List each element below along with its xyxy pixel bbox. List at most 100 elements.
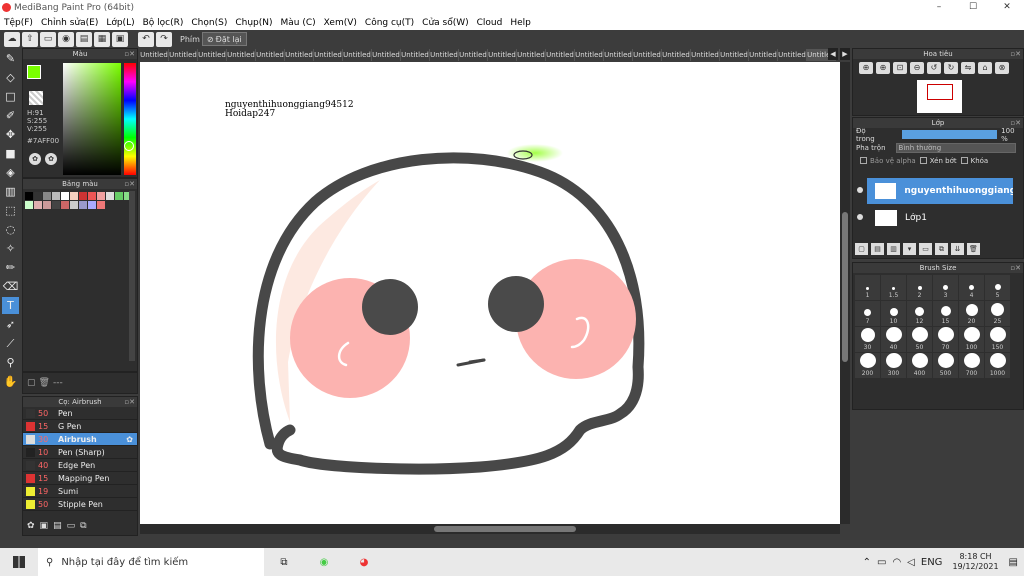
duplicate-icon[interactable]: ⧉ <box>80 521 86 535</box>
protect-alpha-checkbox[interactable] <box>860 157 867 164</box>
panel-close-icon[interactable]: ▫✕ <box>1010 263 1021 273</box>
tab-left-icon[interactable]: ◀ <box>828 48 838 60</box>
chevron-up-icon[interactable]: ⌃ <box>863 557 871 568</box>
transparent-color[interactable] <box>29 91 43 105</box>
volume-icon[interactable]: ◁ <box>907 557 915 568</box>
navigator-viewport[interactable] <box>927 84 953 100</box>
vertical-scroll-thumb[interactable] <box>842 212 848 362</box>
palette-swatch[interactable] <box>25 192 33 200</box>
palette-swatch[interactable] <box>25 201 33 209</box>
bucket-tool-icon[interactable]: ◈ <box>2 164 19 181</box>
menu-tools[interactable]: Công cụ(T) <box>361 18 418 28</box>
brush-size-cell[interactable]: 1 <box>855 275 880 300</box>
tab-right-icon[interactable]: ▶ <box>840 48 850 60</box>
zoom-out-icon[interactable]: ⊖ <box>910 62 924 74</box>
lock-checkbox[interactable] <box>960 157 968 164</box>
blend-mode-select[interactable]: Bình thường <box>895 142 1016 153</box>
brush-settings-icon[interactable]: ✿ <box>126 435 133 444</box>
document-tab[interactable]: Untitled <box>198 49 227 61</box>
document-tab[interactable]: Untitled <box>343 49 372 61</box>
rotate-right-icon[interactable]: ↻ <box>944 62 958 74</box>
windows-start-icon[interactable] <box>0 548 38 576</box>
canvas[interactable]: nguyenthihuonggiang94512 Hoidap247 <box>140 62 840 524</box>
layer-visibility-icon[interactable] <box>857 214 863 220</box>
brush-item[interactable]: 10 Pen (Sharp) <box>23 446 137 459</box>
saturation-value-picker[interactable] <box>63 63 121 175</box>
shape-tool-icon[interactable]: □ <box>2 88 19 105</box>
select-pen-icon[interactable]: ✏ <box>2 259 19 276</box>
palette-scrollbar[interactable] <box>129 191 135 361</box>
add-brush-icon[interactable]: ▣ <box>40 521 49 535</box>
text-tool-icon[interactable]: T <box>2 297 19 314</box>
brush-size-cell[interactable]: 50 <box>907 327 932 352</box>
brush-size-cell[interactable]: 5 <box>985 275 1010 300</box>
brush-size-cell[interactable]: 40 <box>881 327 906 352</box>
brush-size-cell[interactable]: 70 <box>933 327 958 352</box>
close-button[interactable]: ✕ <box>990 0 1024 15</box>
brush-size-cell[interactable]: 25 <box>985 301 1010 326</box>
document-tab[interactable]: Untitled <box>285 49 314 61</box>
battery-icon[interactable]: ▭ <box>877 557 886 568</box>
folder-icon[interactable]: ▭ <box>67 521 76 535</box>
document-tab[interactable]: Untitled <box>691 49 720 61</box>
notification-icon[interactable]: ▤ <box>1009 557 1018 568</box>
document-tab[interactable]: Untitled <box>662 49 691 61</box>
opacity-slider[interactable] <box>902 130 998 139</box>
brush-size-cell[interactable]: 1.5 <box>881 275 906 300</box>
delete-layer-icon[interactable]: 🗑 <box>967 243 980 255</box>
eyedropper-icon[interactable]: ⚲ <box>2 354 19 371</box>
chrome-taskbar-icon[interactable]: ◕ <box>344 557 384 568</box>
menu-edit[interactable]: Chỉnh sửa(E) <box>37 18 102 28</box>
new-8bit-layer-icon[interactable]: ▥ <box>887 243 900 255</box>
brush-size-cell[interactable]: 150 <box>985 327 1010 352</box>
brush-size-cell[interactable]: 3 <box>933 275 958 300</box>
palette-swatch[interactable] <box>106 192 114 200</box>
menu-help[interactable]: Help <box>506 18 535 28</box>
document-tab[interactable]: Untitled <box>488 49 517 61</box>
menu-color[interactable]: Màu (C) <box>277 18 320 28</box>
vertical-scrollbar[interactable] <box>840 62 850 524</box>
brush-item[interactable]: 19 Sumi <box>23 485 137 498</box>
document-tab[interactable]: Untitled <box>314 49 343 61</box>
document-tab[interactable]: Untitled <box>546 49 575 61</box>
palette-swatch[interactable] <box>88 192 96 200</box>
upload-icon[interactable]: ⇧ <box>22 31 38 47</box>
document-tab[interactable]: Untitled <box>604 49 633 61</box>
layer-row-top[interactable]: nguyenthihuonggiang <box>867 178 1013 204</box>
brush-size-cell[interactable]: 12 <box>907 301 932 326</box>
eraser-tool-icon[interactable]: ◇ <box>2 69 19 86</box>
layer-row-bottom[interactable]: Lớp1 <box>867 205 1013 231</box>
operation-tool-icon[interactable]: ➶ <box>2 316 19 333</box>
brush-item[interactable]: 30 Airbrush ✿ <box>23 433 137 446</box>
horizontal-scrollbar[interactable] <box>140 524 840 534</box>
panel-close-icon[interactable]: ▫✕ <box>124 49 135 59</box>
document-tab[interactable]: Untitled <box>169 49 198 61</box>
clip-checkbox[interactable] <box>919 157 927 164</box>
brush-size-cell[interactable]: 500 <box>933 353 958 378</box>
lock-view-icon[interactable]: ⊗ <box>995 62 1009 74</box>
palette-swatch[interactable] <box>34 201 42 209</box>
zoom-in-icon[interactable]: ⊕ <box>859 62 873 74</box>
panel-close-icon[interactable]: ▫✕ <box>124 397 135 407</box>
grid-icon[interactable]: ▦ <box>94 31 110 47</box>
hand-tool-icon[interactable]: ✋ <box>2 373 19 390</box>
menu-filter[interactable]: Bộ lọc(R) <box>139 18 188 28</box>
document-tab[interactable]: Untitled <box>575 49 604 61</box>
dot-tool-icon[interactable]: ✐ <box>2 107 19 124</box>
merge-layer-icon[interactable]: ⇊ <box>951 243 964 255</box>
palette-swatch[interactable] <box>79 201 87 209</box>
reset-button[interactable]: ⊘ Đặt lại <box>201 32 247 46</box>
delete-palette-icon[interactable]: 🗑 <box>39 378 50 388</box>
select-tool-icon[interactable]: ⬚ <box>2 202 19 219</box>
move-tool-icon[interactable]: ✥ <box>2 126 19 143</box>
palette-swatch[interactable] <box>79 192 87 200</box>
document-tab[interactable]: Untitled <box>256 49 285 61</box>
document-tab[interactable]: Untitled <box>372 49 401 61</box>
panel-close-icon[interactable]: ▫✕ <box>124 179 135 189</box>
menu-file[interactable]: Tệp(F) <box>0 18 37 28</box>
document-tab[interactable]: Untitled <box>778 49 807 61</box>
document-tab[interactable]: Untitled <box>227 49 256 61</box>
new-layer-icon[interactable]: ▢ <box>855 243 868 255</box>
chat-icon[interactable]: ◉ <box>58 31 74 47</box>
zoom-in-2-icon[interactable]: ⊕ <box>876 62 890 74</box>
